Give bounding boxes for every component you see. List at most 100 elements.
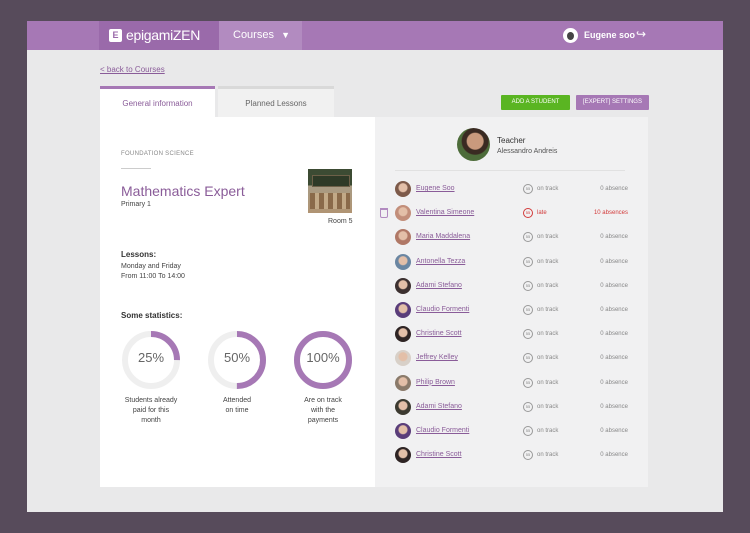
student-row: Philip Brown 55 on track 0 absence	[375, 373, 648, 393]
stat-donut: 50%	[207, 330, 267, 390]
lessons-time: From 11:00 To 14:00	[121, 273, 185, 280]
student-absence: 0 absence	[600, 403, 628, 410]
student-row: Antonella Tezza 55 on track 0 absence	[375, 252, 648, 272]
student-status: on track	[537, 307, 559, 313]
lessons-days: Monday and Friday	[121, 263, 181, 270]
student-name-link[interactable]: Maria Maddalena	[416, 233, 470, 240]
status-circle-icon: 55	[523, 426, 533, 436]
student-absence: 0 absence	[600, 331, 628, 338]
stat-caption-line: Are on track	[304, 397, 342, 404]
student-name-link[interactable]: Philip Brown	[416, 379, 455, 386]
status-circle-icon: 55	[523, 305, 533, 315]
student-avatar	[395, 205, 411, 222]
student-avatar	[395, 350, 411, 367]
student-name-link[interactable]: Valentina Simeone	[416, 209, 474, 216]
student-row: Adami Stefano 55 on track 0 absence	[375, 397, 648, 417]
student-row: Claudio Formenti 55 on track 0 absence	[375, 421, 648, 441]
expert-settings-button[interactable]: [EXPERT] SETTINGS	[576, 95, 649, 110]
stat-caption-line: Attended	[222, 397, 252, 404]
stat-value: 25%	[137, 350, 165, 365]
student-avatar	[395, 302, 411, 318]
status-circle-icon: 55	[523, 256, 533, 267]
statistics-heading: Some statistics:	[121, 311, 183, 320]
course-subject: FOUNDATION SCIENCE	[121, 151, 194, 157]
teacher-role: Teacher	[497, 136, 526, 145]
stat-caption-line: Students already	[124, 397, 178, 404]
student-avatar	[395, 253, 411, 270]
student-avatar	[395, 277, 411, 294]
stat-caption: Are on track with the payments	[288, 396, 358, 426]
teacher-avatar	[457, 128, 490, 161]
user-avatar[interactable]	[563, 28, 578, 43]
teacher-name: Alessandro Andreis	[497, 148, 558, 155]
student-row: Jeffrey Kelley 55 on track 0 absence	[375, 348, 648, 368]
student-avatar	[395, 326, 411, 343]
back-to-courses-link[interactable]: < back to Courses	[100, 65, 165, 74]
room-label: Room 5	[328, 218, 353, 225]
student-name-link[interactable]: Jeffrey Kelley	[416, 354, 458, 361]
course-grade: Primary 1	[121, 201, 151, 208]
student-status: on track	[537, 403, 559, 410]
user-name[interactable]: Eugene soo	[584, 30, 635, 40]
status-circle-icon: 55	[523, 377, 533, 388]
course-title: Mathematics Expert	[121, 183, 245, 199]
status-circle-icon: 55	[523, 353, 533, 364]
epigami-logo-icon: E	[109, 29, 122, 42]
stat-value: 100%	[306, 350, 340, 365]
stat-caption-line: month	[141, 417, 161, 424]
divider	[121, 168, 151, 169]
student-status: on track	[537, 282, 559, 289]
student-absence: 0 absence	[600, 282, 628, 289]
tab-planned-lessons[interactable]: Planned Lessons	[218, 86, 334, 117]
student-name-link[interactable]: Claudio Formenti	[416, 306, 469, 313]
trash-icon[interactable]	[380, 208, 388, 219]
student-absence: 0 absence	[600, 307, 628, 313]
brand-name: epigamiZEN	[126, 27, 201, 43]
app-screen: E epigamiZEN Courses ▼ Eugene soo ↪ < ba…	[27, 21, 723, 512]
student-status: on track	[537, 234, 559, 241]
student-absence: 0 absence	[600, 379, 628, 386]
student-status: on track	[537, 186, 559, 192]
student-avatar	[395, 398, 411, 415]
student-avatar	[395, 181, 411, 197]
student-name-link[interactable]: Eugene Soo	[416, 185, 455, 192]
students-panel: Teacher Alessandro Andreis Eugene Soo 55 o…	[375, 117, 648, 487]
brand[interactable]: E epigamiZEN	[99, 21, 219, 50]
chevron-down-icon: ▼	[281, 30, 290, 40]
student-absence: 10 absences	[593, 210, 628, 217]
stat-donut: 25%	[121, 330, 181, 390]
student-row: Christine Scott 55 on track 0 absence	[375, 324, 648, 344]
student-row: Maria Maddalena 55 on track 0 absence	[375, 227, 648, 247]
add-student-button[interactable]: ADD A STUDENT	[501, 95, 570, 110]
tab-general-information[interactable]: General information	[100, 86, 215, 117]
student-status: on track	[537, 355, 559, 362]
top-bar: E epigamiZEN Courses ▼ Eugene soo ↪	[27, 21, 723, 50]
student-status: on track	[537, 452, 559, 459]
divider	[395, 170, 625, 171]
student-status: on track	[537, 331, 559, 338]
student-name-link[interactable]: Christine Scott	[416, 330, 462, 337]
stat-caption: Attended on time	[202, 396, 272, 416]
logout-icon[interactable]: ↪	[636, 27, 646, 41]
stat-caption-line: payments	[307, 417, 339, 424]
status-circle-icon: 55	[523, 184, 533, 194]
student-name-link[interactable]: Adami Stefano	[416, 282, 462, 289]
lessons-heading: Lessons:	[121, 250, 157, 259]
student-name-link[interactable]: Claudio Formenti	[416, 427, 469, 434]
student-avatar	[395, 423, 411, 439]
student-name-link[interactable]: Antonella Tezza	[416, 258, 465, 265]
student-name-link[interactable]: Christine Scott	[416, 451, 462, 458]
status-circle-icon: 55	[523, 208, 533, 219]
student-status: on track	[537, 428, 559, 434]
student-avatar	[395, 229, 411, 246]
student-status: on track	[537, 258, 559, 265]
student-name-link[interactable]: Adami Stefano	[416, 403, 462, 410]
student-row: Eugene Soo 55 on track 0 absence	[375, 179, 648, 199]
student-row: Adami Stefano 55 on track 0 absence	[375, 276, 648, 296]
student-row: Claudio Formenti 55 on track 0 absence	[375, 300, 648, 320]
student-absence: 0 absence	[600, 355, 628, 362]
student-absence: 0 absence	[600, 186, 628, 192]
student-row: Valentina Simeone 55 late 10 absences	[375, 203, 648, 223]
stat-caption-line: paid for this	[132, 407, 170, 414]
courses-dropdown[interactable]: Courses ▼	[219, 21, 302, 50]
